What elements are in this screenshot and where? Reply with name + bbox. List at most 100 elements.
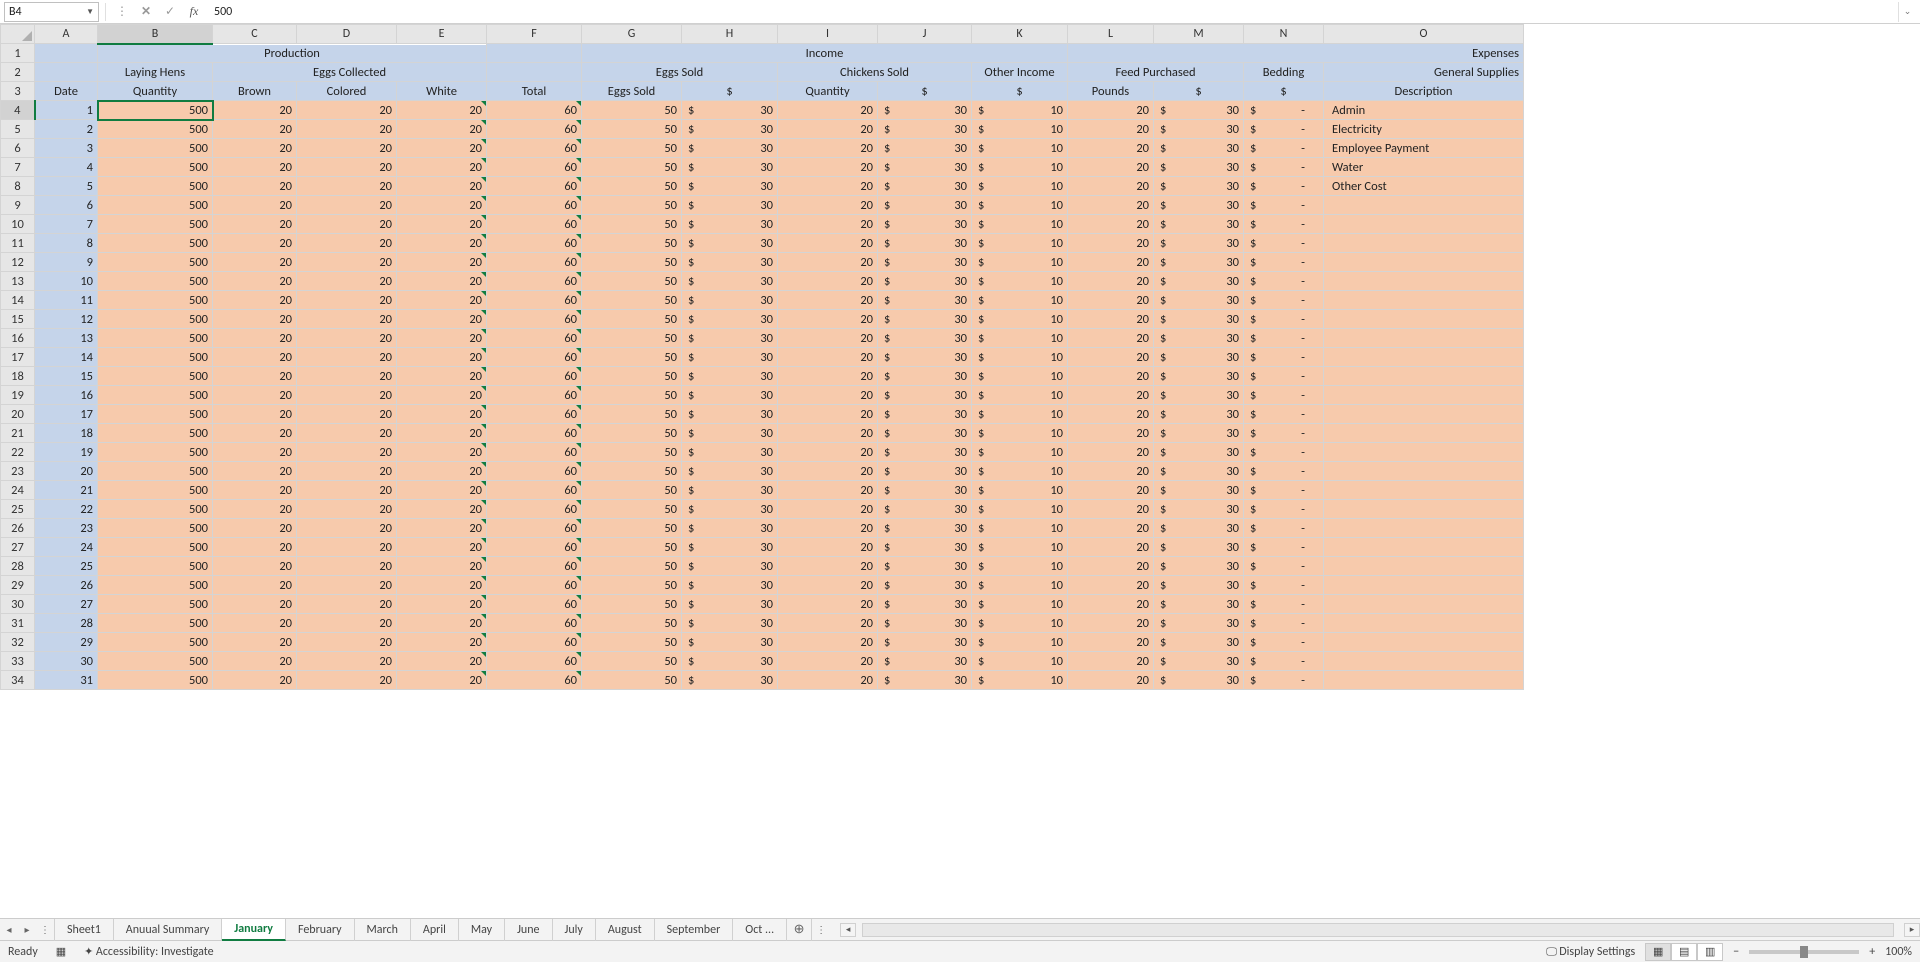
cell-eggs-sold-9[interactable]: 50 bbox=[582, 253, 682, 272]
cell-chick-dollar-29[interactable]: $30 bbox=[878, 633, 972, 652]
cell-date-10[interactable]: 10 bbox=[35, 272, 98, 291]
separator-more-icon[interactable]: ⋮ bbox=[112, 2, 132, 22]
row-header-25[interactable]: 25 bbox=[1, 500, 35, 519]
cell-other-8[interactable]: $10 bbox=[972, 234, 1068, 253]
cell-other-10[interactable]: $10 bbox=[972, 272, 1068, 291]
cell-pounds-11[interactable]: 20 bbox=[1068, 291, 1154, 310]
row-header-23[interactable]: 23 bbox=[1, 462, 35, 481]
cell-brown-1[interactable]: 20 bbox=[213, 101, 297, 120]
cell-pounds-27[interactable]: 20 bbox=[1068, 595, 1154, 614]
cell-feed-dollar-14[interactable]: $30 bbox=[1154, 348, 1244, 367]
cell-eggs-sold-hdr[interactable]: Eggs Sold bbox=[582, 63, 778, 82]
select-all-corner[interactable] bbox=[1, 25, 35, 44]
cell-date-13[interactable]: 13 bbox=[35, 329, 98, 348]
cell-bed-dollar-30[interactable]: $- bbox=[1244, 652, 1324, 671]
zoom-in-button[interactable]: + bbox=[1869, 945, 1875, 959]
cell-bed-dollar-6[interactable]: $- bbox=[1244, 196, 1324, 215]
cell-total-13[interactable]: 60 bbox=[487, 329, 582, 348]
cell-colored-5[interactable]: 20 bbox=[297, 177, 397, 196]
row-header-22[interactable]: 22 bbox=[1, 443, 35, 462]
cell-bed-dollar-23[interactable]: $- bbox=[1244, 519, 1324, 538]
cell-quantity-27[interactable]: 500 bbox=[98, 595, 213, 614]
cell-other-3[interactable]: $10 bbox=[972, 139, 1068, 158]
cell-white-20[interactable]: 20 bbox=[397, 462, 487, 481]
cell-quantity-30[interactable]: 500 bbox=[98, 652, 213, 671]
cell-colored-2[interactable]: 20 bbox=[297, 120, 397, 139]
cell-total-30[interactable]: 60 bbox=[487, 652, 582, 671]
cell-total-14[interactable]: 60 bbox=[487, 348, 582, 367]
cell-other-15[interactable]: $10 bbox=[972, 367, 1068, 386]
row-header-1[interactable]: 1 bbox=[1, 44, 35, 63]
cell-feed-dollar-16[interactable]: $30 bbox=[1154, 386, 1244, 405]
cell-description-5[interactable]: Other Cost bbox=[1324, 177, 1524, 196]
sheet-tab-march[interactable]: March bbox=[355, 919, 411, 941]
spreadsheet-grid[interactable]: ABCDEFGHIJKLMNO 1ProductionIncomeExpense… bbox=[0, 24, 1920, 918]
cell-description-22[interactable] bbox=[1324, 500, 1524, 519]
cell-feed-dollar-hdr[interactable]: $ bbox=[1154, 82, 1244, 101]
cell-feed-dollar-17[interactable]: $30 bbox=[1154, 405, 1244, 424]
cell-date-25[interactable]: 25 bbox=[35, 557, 98, 576]
cell-quantity-31[interactable]: 500 bbox=[98, 671, 213, 690]
row-header-14[interactable]: 14 bbox=[1, 291, 35, 310]
cell-pounds-13[interactable]: 20 bbox=[1068, 329, 1154, 348]
cell-chick-dollar-1[interactable]: $30 bbox=[878, 101, 972, 120]
cell-eggs-sold-11[interactable]: 50 bbox=[582, 291, 682, 310]
col-header-N[interactable]: N bbox=[1244, 25, 1324, 44]
cell-other-26[interactable]: $10 bbox=[972, 576, 1068, 595]
cell-description-11[interactable] bbox=[1324, 291, 1524, 310]
cell-chick-qty-15[interactable]: 20 bbox=[778, 367, 878, 386]
cell-other-12[interactable]: $10 bbox=[972, 310, 1068, 329]
cell-chick-qty-19[interactable]: 20 bbox=[778, 443, 878, 462]
cell-bed-dollar-3[interactable]: $- bbox=[1244, 139, 1324, 158]
cell-chick-qty-hdr[interactable]: Quantity bbox=[778, 82, 878, 101]
cell-other-4[interactable]: $10 bbox=[972, 158, 1068, 177]
row-header-20[interactable]: 20 bbox=[1, 405, 35, 424]
col-header-K[interactable]: K bbox=[972, 25, 1068, 44]
cell-colored-18[interactable]: 20 bbox=[297, 424, 397, 443]
cell-chick-qty-24[interactable]: 20 bbox=[778, 538, 878, 557]
cell-description-21[interactable] bbox=[1324, 481, 1524, 500]
cell-eggs-sold-30[interactable]: 50 bbox=[582, 652, 682, 671]
cell-eggs-sold-24[interactable]: 50 bbox=[582, 538, 682, 557]
cell-total-28[interactable]: 60 bbox=[487, 614, 582, 633]
cell-white-24[interactable]: 20 bbox=[397, 538, 487, 557]
cell-date-28[interactable]: 28 bbox=[35, 614, 98, 633]
cell-eggs-dollar-17[interactable]: $30 bbox=[682, 405, 778, 424]
cell-eggs-dollar-23[interactable]: $30 bbox=[682, 519, 778, 538]
cell-bed-dollar-5[interactable]: $- bbox=[1244, 177, 1324, 196]
cell-brown-10[interactable]: 20 bbox=[213, 272, 297, 291]
expand-formula-bar-icon[interactable]: ⌄ bbox=[1898, 2, 1916, 22]
cell-other-23[interactable]: $10 bbox=[972, 519, 1068, 538]
cell-colored-25[interactable]: 20 bbox=[297, 557, 397, 576]
row-header-21[interactable]: 21 bbox=[1, 424, 35, 443]
cell-brown-8[interactable]: 20 bbox=[213, 234, 297, 253]
cell-date-26[interactable]: 26 bbox=[35, 576, 98, 595]
cell-other-2[interactable]: $10 bbox=[972, 120, 1068, 139]
cell-eggs-sold-25[interactable]: 50 bbox=[582, 557, 682, 576]
col-header-O[interactable]: O bbox=[1324, 25, 1524, 44]
cell-brown-30[interactable]: 20 bbox=[213, 652, 297, 671]
cell-brown-4[interactable]: 20 bbox=[213, 158, 297, 177]
row-header-3[interactable]: 3 bbox=[1, 82, 35, 101]
cell-eggs-sold-23[interactable]: 50 bbox=[582, 519, 682, 538]
cell-other-11[interactable]: $10 bbox=[972, 291, 1068, 310]
cell-pounds-30[interactable]: 20 bbox=[1068, 652, 1154, 671]
cell-description-30[interactable] bbox=[1324, 652, 1524, 671]
cell-eggs-dollar-hdr[interactable]: $ bbox=[682, 82, 778, 101]
cell-quantity-8[interactable]: 500 bbox=[98, 234, 213, 253]
cell-colored-20[interactable]: 20 bbox=[297, 462, 397, 481]
cell-other-25[interactable]: $10 bbox=[972, 557, 1068, 576]
cell-total-29[interactable]: 60 bbox=[487, 633, 582, 652]
cell-colored-22[interactable]: 20 bbox=[297, 500, 397, 519]
cell-white-23[interactable]: 20 bbox=[397, 519, 487, 538]
cell-date-3[interactable]: 3 bbox=[35, 139, 98, 158]
cell-chick-qty-16[interactable]: 20 bbox=[778, 386, 878, 405]
cell-date-21[interactable]: 21 bbox=[35, 481, 98, 500]
col-header-E[interactable]: E bbox=[397, 25, 487, 44]
col-header-I[interactable]: I bbox=[778, 25, 878, 44]
cell-chick-qty-14[interactable]: 20 bbox=[778, 348, 878, 367]
cell-date-8[interactable]: 8 bbox=[35, 234, 98, 253]
cell-feed-dollar-27[interactable]: $30 bbox=[1154, 595, 1244, 614]
cell-brown-11[interactable]: 20 bbox=[213, 291, 297, 310]
cell-bed-dollar-28[interactable]: $- bbox=[1244, 614, 1324, 633]
